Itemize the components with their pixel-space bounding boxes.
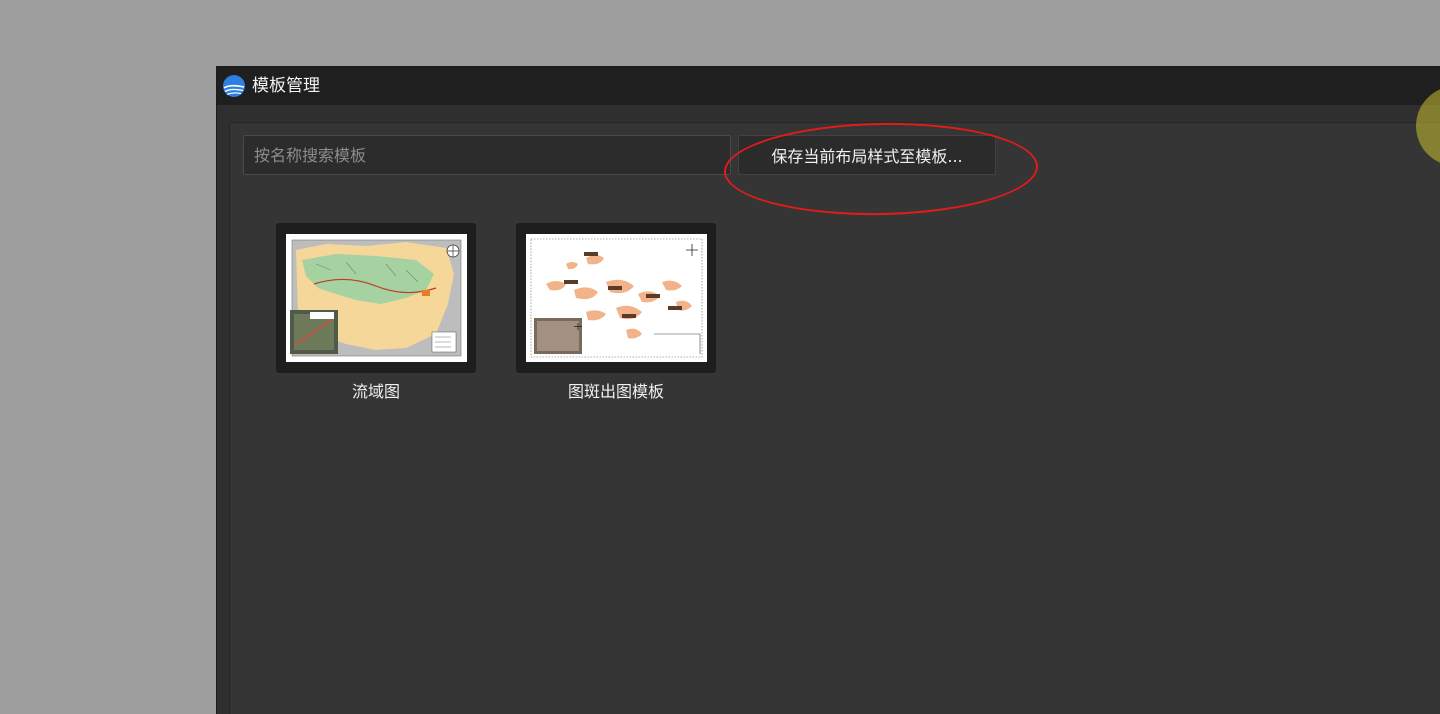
template-card-patch[interactable]: 图斑出图模板: [516, 223, 716, 402]
app-logo-icon: [223, 75, 245, 97]
patch-map-thumbnail: [526, 234, 707, 362]
template-manager-window: 模板管理 保存当前布局样式至模板...: [216, 66, 1440, 714]
search-input[interactable]: [243, 135, 731, 175]
template-thumbnail-frame: [516, 223, 716, 373]
template-card-watershed[interactable]: 流域图: [276, 223, 476, 402]
template-thumbnail-frame: [276, 223, 476, 373]
save-layout-to-template-button[interactable]: 保存当前布局样式至模板...: [738, 135, 996, 175]
template-name: 图斑出图模板: [567, 382, 664, 401]
title-bar[interactable]: 模板管理: [217, 67, 1440, 105]
content-panel: 保存当前布局样式至模板...: [229, 120, 1440, 714]
template-name: 流域图: [351, 382, 400, 401]
window-title: 模板管理: [252, 76, 320, 96]
watershed-map-thumbnail: [286, 234, 467, 362]
